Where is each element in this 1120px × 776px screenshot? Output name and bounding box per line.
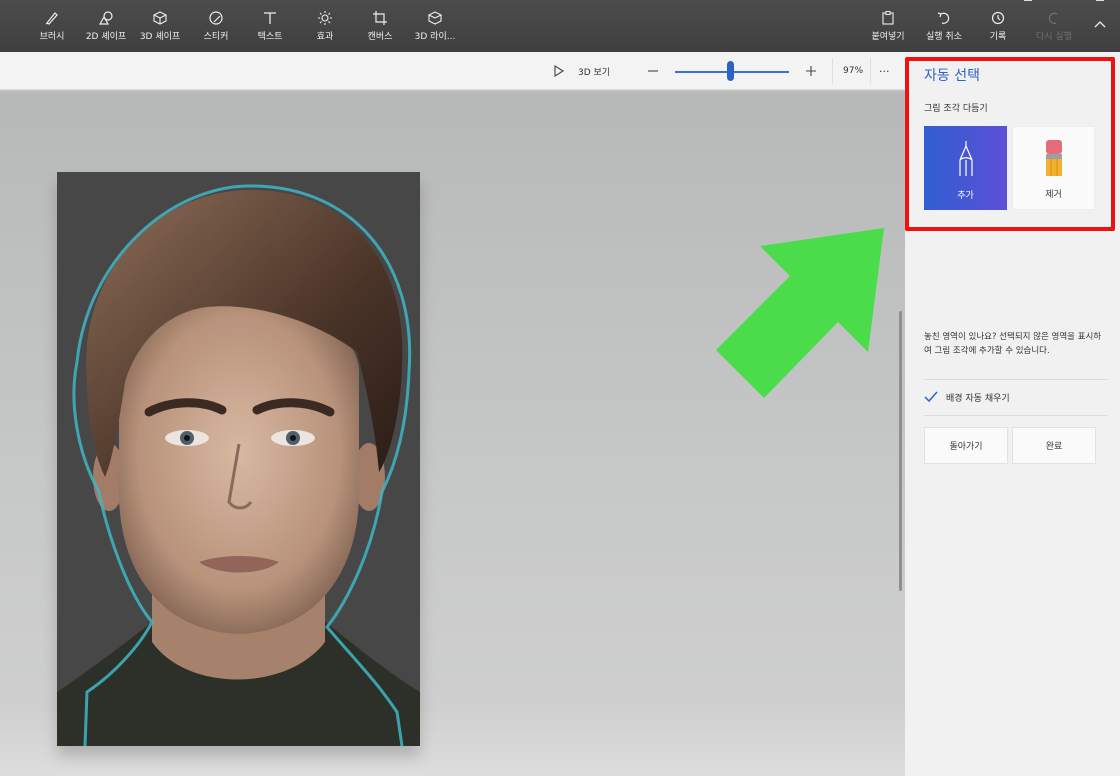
- text-icon: [264, 12, 276, 24]
- portrait-image[interactable]: [57, 172, 420, 746]
- tool-brushes[interactable]: 브러시: [32, 0, 72, 52]
- redo-button[interactable]: 다시 실행: [1030, 0, 1078, 52]
- tool-text[interactable]: 텍스트: [250, 0, 290, 52]
- autofill-background-checkbox[interactable]: 배경 자동 채우기: [924, 388, 1010, 406]
- brush-icon: [45, 12, 58, 25]
- history-icon: [991, 11, 1005, 25]
- divider: [870, 58, 871, 84]
- redo-icon: [1048, 12, 1058, 24]
- tool-3d-shapes[interactable]: 3D 셰이프: [136, 0, 184, 52]
- maximize-window-button[interactable]: [1052, 0, 1072, 6]
- undo-button[interactable]: 실행 취소: [920, 0, 968, 52]
- history-button[interactable]: 기록: [980, 0, 1016, 52]
- view-bar: 3D 보기 97% ···: [0, 52, 905, 90]
- paste-button[interactable]: 붙여넣기: [866, 0, 910, 52]
- green-arrow-annotation: [716, 228, 884, 398]
- minus-icon: [648, 70, 658, 72]
- zoom-out-button[interactable]: [646, 52, 660, 90]
- more-options-button[interactable]: ···: [879, 52, 890, 90]
- canvas-area[interactable]: [0, 91, 905, 776]
- chevron-up-icon: [1094, 20, 1106, 27]
- plus-icon: [806, 66, 816, 76]
- vertical-scrollbar[interactable]: [899, 311, 902, 591]
- 3d-view-icon: [554, 65, 565, 77]
- portrait-illustration: [57, 172, 420, 746]
- tool-stickers[interactable]: 스티커: [196, 0, 236, 52]
- main-toolbar: 브러시 2D 셰이프 3D 셰이프 스티커 텍스트 효과 캔버스 3D 라이..…: [0, 0, 1120, 52]
- paste-icon: [882, 11, 894, 25]
- view-3d-button[interactable]: 3D 보기: [552, 52, 610, 90]
- tool-canvas[interactable]: 캔버스: [360, 0, 400, 52]
- zoom-slider-thumb[interactable]: [727, 61, 734, 81]
- collapse-toolbar-button[interactable]: [1088, 0, 1112, 52]
- canvas-icon: [373, 11, 387, 25]
- 3d-shapes-icon: [153, 11, 167, 25]
- zoom-in-button[interactable]: [804, 52, 818, 90]
- effects-icon: [318, 11, 332, 25]
- highlight-box: [905, 57, 1115, 231]
- tool-3d-library[interactable]: 3D 라이...: [410, 0, 460, 52]
- sticker-icon: [209, 11, 223, 25]
- tool-2d-shapes[interactable]: 2D 셰이프: [82, 0, 130, 52]
- autofill-label: 배경 자동 채우기: [946, 393, 1010, 404]
- help-text: 놓친 영역이 있나요? 선택되지 않은 영역을 표시하여 그림 조각에 추가할 …: [924, 332, 1102, 356]
- 2d-shapes-icon: [98, 11, 113, 25]
- divider: [924, 415, 1107, 416]
- done-button[interactable]: 완료: [1012, 427, 1096, 464]
- divider: [924, 379, 1107, 380]
- undo-icon: [937, 12, 950, 24]
- 3d-library-icon: [427, 11, 443, 25]
- back-button[interactable]: 돌아가기: [924, 427, 1008, 464]
- close-window-button[interactable]: [1090, 0, 1110, 6]
- divider: [832, 58, 833, 84]
- tool-effects[interactable]: 효과: [305, 0, 345, 52]
- checkmark-icon: [924, 391, 938, 403]
- minimize-window-button[interactable]: [1018, 0, 1038, 6]
- zoom-percent[interactable]: 97%: [843, 52, 863, 90]
